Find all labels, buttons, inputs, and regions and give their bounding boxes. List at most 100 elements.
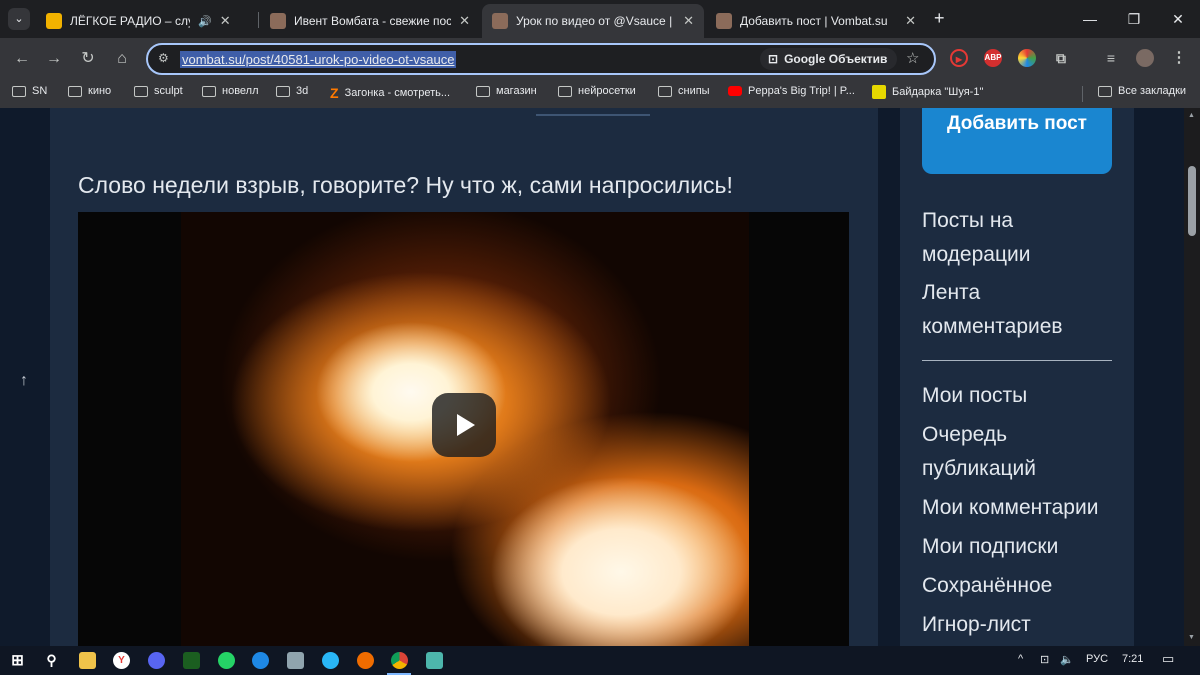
sidebar-link-comments-feed[interactable]: Лента комментариев: [922, 276, 1122, 344]
folder-icon: [476, 85, 490, 97]
folder-icon: [658, 85, 672, 97]
app-icon[interactable]: [252, 652, 269, 669]
browser-menu-icon[interactable]: ⋮: [1170, 49, 1188, 67]
extensions-puzzle-icon[interactable]: ⧉: [1052, 49, 1070, 67]
bookmark-link[interactable]: Peppa's Big Trip! | P...: [728, 85, 855, 97]
minimize-button[interactable]: —: [1070, 6, 1110, 32]
sidebar-link-subscriptions[interactable]: Мои подписки: [922, 530, 1122, 564]
google-lens-button[interactable]: ⊡ Google Объектив: [760, 48, 898, 70]
bookmark-folder[interactable]: SN: [12, 85, 47, 97]
bookmark-label: магазин: [496, 85, 537, 97]
youtube-icon: [728, 86, 742, 96]
media-extension-icon[interactable]: ▶: [950, 49, 968, 67]
notifications-icon[interactable]: ▭: [1162, 651, 1174, 667]
forward-arrow-icon[interactable]: →: [42, 47, 66, 71]
video-player[interactable]: [78, 212, 849, 646]
bookmark-folder[interactable]: нейросетки: [558, 85, 636, 97]
bookmark-label: Все закладки: [1118, 85, 1187, 97]
clock[interactable]: 7:21: [1122, 653, 1143, 665]
play-icon[interactable]: [432, 393, 496, 457]
app-icon[interactable]: [183, 652, 200, 669]
bookmark-folder[interactable]: кино: [68, 85, 111, 97]
sidebar-link-my-comments[interactable]: Мои комментарии: [922, 491, 1132, 525]
start-icon[interactable]: ⊞: [9, 652, 26, 669]
bookmark-label: новелл: [222, 85, 259, 97]
tab-vsauce-lesson[interactable]: Урок по видео от @Vsauce | vo ✕: [482, 4, 704, 38]
tab-search-button[interactable]: ⌄: [8, 8, 30, 30]
bookmark-link[interactable]: Z Загонка - смотреть...: [330, 85, 450, 101]
reload-icon[interactable]: ↻: [76, 47, 100, 71]
tray-chevron-icon[interactable]: ^: [1018, 653, 1023, 665]
folder-icon: [1098, 85, 1112, 97]
media-control-icon[interactable]: ≡: [1102, 49, 1120, 67]
tab-strip: ⌄ ЛЁГКОЕ РАДИО – слушать 🔊 ✕ Ивент Вомба…: [0, 0, 1200, 38]
folder-icon: [134, 85, 148, 97]
sidebar-link-my-posts[interactable]: Мои посты: [922, 379, 1122, 413]
url-text[interactable]: vombat.su/post/40581-urok-po-video-ot-vs…: [180, 51, 457, 68]
vombat-favicon-icon: [492, 13, 508, 29]
lens-icon: ⊡: [768, 52, 779, 66]
home-icon[interactable]: ⌂: [110, 47, 134, 71]
blender-icon[interactable]: [357, 652, 374, 669]
language-indicator[interactable]: РУС: [1086, 653, 1108, 665]
scroll-to-top-icon[interactable]: ↑: [20, 372, 28, 390]
back-arrow-icon[interactable]: ←: [10, 47, 34, 71]
folder-icon: [276, 85, 290, 97]
all-bookmarks-button[interactable]: Все закладки: [1098, 85, 1186, 97]
chrome-icon[interactable]: [391, 652, 408, 669]
profile-avatar[interactable]: [1136, 49, 1154, 67]
bookmarks-divider: [1082, 86, 1083, 102]
sidebar-divider: [922, 360, 1112, 361]
tab-radio[interactable]: ЛЁГКОЕ РАДИО – слушать 🔊 ✕: [36, 4, 256, 38]
sidebar-link-publication-queue[interactable]: Очередь публикаций: [922, 418, 1122, 486]
scrollbar-thumb[interactable]: [1188, 166, 1196, 236]
speaker-icon[interactable]: 🔊: [198, 15, 212, 28]
bookmark-folder[interactable]: магазин: [476, 85, 537, 97]
bookmark-folder[interactable]: 3d: [276, 85, 308, 97]
file-explorer-icon[interactable]: [79, 652, 96, 669]
bookmark-label: 3d: [296, 85, 309, 97]
new-tab-button[interactable]: +: [934, 8, 945, 29]
discord-icon[interactable]: [148, 652, 165, 669]
scroll-down-arrow-icon[interactable]: ▼: [1188, 634, 1195, 641]
bookmark-label: Байдарка "Шуя-1": [892, 86, 984, 98]
yandex-browser-icon[interactable]: Y: [113, 652, 130, 669]
app-icon[interactable]: [426, 652, 443, 669]
adblock-extension-icon[interactable]: ABP: [984, 49, 1002, 67]
search-icon[interactable]: ⚲: [43, 652, 60, 669]
close-tab-icon[interactable]: ✕: [220, 13, 231, 29]
bookmark-folder[interactable]: sculpt: [134, 85, 183, 97]
tab-add-post[interactable]: Добавить пост | Vombat.su ✕: [706, 4, 926, 38]
add-post-button[interactable]: Добавить пост: [922, 108, 1112, 174]
network-icon[interactable]: ⊡: [1040, 653, 1049, 666]
bookmark-label: sculpt: [154, 85, 183, 97]
telegram-icon[interactable]: [322, 652, 339, 669]
bookmark-folder[interactable]: снипы: [658, 85, 710, 97]
tab-separator: [258, 12, 259, 28]
bookmark-star-icon[interactable]: ☆: [906, 49, 919, 67]
scroll-up-arrow-icon[interactable]: ▲: [1188, 112, 1195, 119]
bookmark-label: кино: [88, 85, 112, 97]
color-extension-icon[interactable]: [1018, 49, 1036, 67]
close-window-button[interactable]: ✕: [1158, 6, 1198, 32]
address-bar[interactable]: ⚙ vombat.su/post/40581-urok-po-video-ot-…: [146, 43, 936, 75]
browser-toolbar: ← → ↻ ⌂ ⚙ vombat.su/post/40581-urok-po-v…: [0, 38, 1200, 80]
bookmark-folder[interactable]: новелл: [202, 85, 259, 97]
sidebar-link-saved[interactable]: Сохранённое: [922, 569, 1122, 603]
calculator-icon[interactable]: [287, 652, 304, 669]
close-tab-icon[interactable]: ✕: [683, 13, 694, 29]
maximize-button[interactable]: ❐: [1114, 6, 1154, 32]
sidebar-link-moderation[interactable]: Посты на модерации: [922, 204, 1122, 272]
tab-vombat-event[interactable]: Ивент Вомбата - свежие пост ✕: [260, 4, 480, 38]
site-info-icon[interactable]: ⚙: [158, 51, 169, 65]
post-card: Слово недели взрыв, говорите? Ну что ж, …: [50, 108, 878, 646]
close-tab-icon[interactable]: ✕: [905, 13, 916, 29]
whatsapp-icon[interactable]: [218, 652, 235, 669]
zagonka-logo-icon: Z: [330, 85, 339, 101]
tab-title: ЛЁГКОЕ РАДИО – слушать: [70, 14, 190, 28]
volume-icon[interactable]: 🔈: [1060, 653, 1074, 666]
sidebar-link-ignore-list[interactable]: Игнор-лист: [922, 608, 1122, 642]
close-tab-icon[interactable]: ✕: [459, 13, 470, 29]
page-scrollbar[interactable]: ▲ ▼: [1184, 108, 1200, 646]
bookmark-link[interactable]: Байдарка "Шуя-1": [872, 85, 983, 99]
